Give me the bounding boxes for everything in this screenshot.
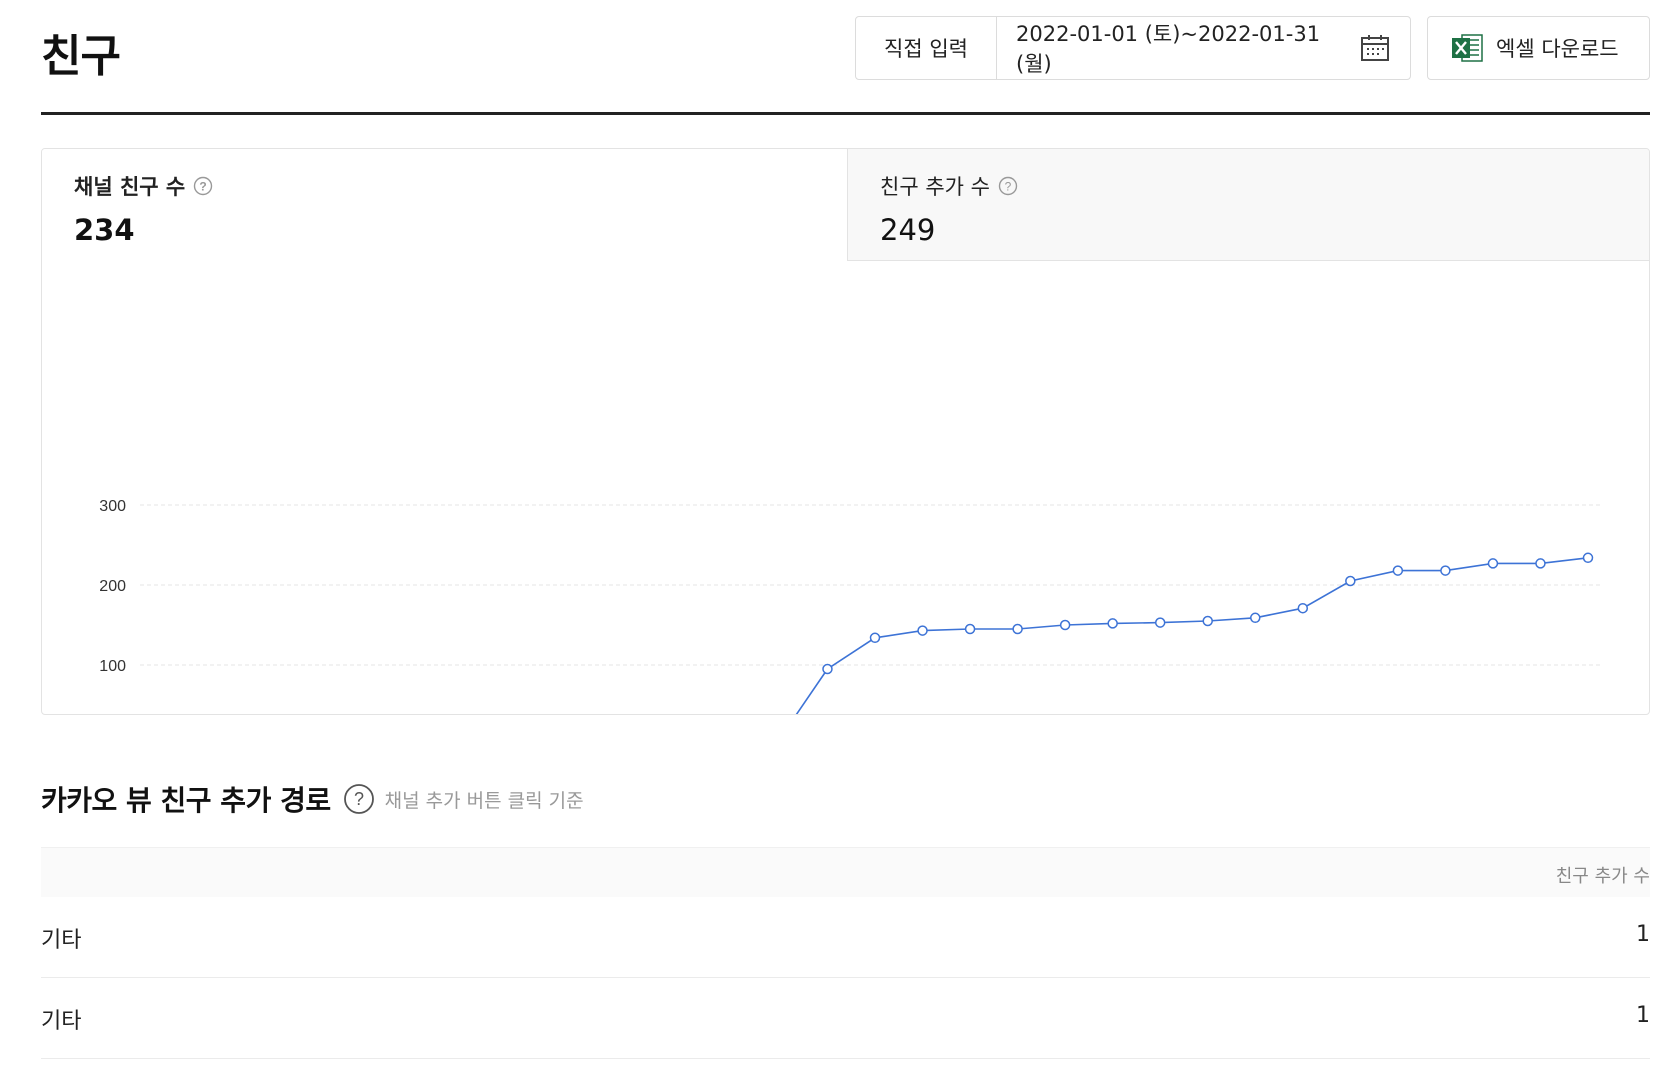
table-header: 친구 추가 수 [41,847,1650,897]
help-icon[interactable]: ? [998,176,1018,196]
table-header-friend-adds: 친구 추가 수 [1555,866,1650,887]
excel-download-label: 엑셀 다운로드 [1496,37,1619,61]
section-title: 카카오 뷰 친구 추가 경로 [41,784,331,817]
data-point [964,623,976,635]
tab-channel-friends[interactable]: 채널 친구 수 ? 234 [42,149,847,261]
friends-line-chart: 01002003001월1일1월3일1월5일1월7일1월9일1월11일1월13일… [99,498,1600,714]
friend-adds-value: 249 [880,213,936,247]
svg-text:?: ? [200,180,207,194]
data-point [1250,612,1261,624]
data-point [1392,565,1404,576]
friends-stats-card: 채널 친구 수 ? 234 친구 추가 수 ? 249 01002003001월… [41,148,1650,715]
data-point [1107,618,1118,629]
channel-friends-value: 234 [74,213,135,247]
data-point [1297,602,1309,614]
tab-friend-adds[interactable]: 친구 추가 수 ? 249 [847,149,1649,261]
tab-channel-friends-label: 채널 친구 수 [74,175,186,199]
data-point [822,663,833,675]
title-divider [41,112,1650,115]
table-row: 기타 1 [41,978,1650,1059]
data-point [1012,623,1023,635]
data-point [1440,565,1451,576]
row-label: 기타 [41,928,82,953]
help-icon[interactable]: ? [343,783,375,815]
excel-icon [1450,31,1484,65]
svg-text:?: ? [1005,180,1012,194]
tab-friend-adds-label: 친구 추가 수 [880,175,990,199]
calendar-icon [1360,34,1390,62]
data-point [1535,558,1546,569]
data-point [1202,615,1213,627]
page-title: 친구 [41,31,121,82]
section-header: 카카오 뷰 친구 추가 경로 ? 채널 추가 버튼 클릭 기준 [41,779,584,819]
date-range-picker: 직접 입력 2022-01-01 (토)~2022-01-31 (월) [855,16,1411,80]
data-point [917,625,928,636]
y-tick-label: 300 [99,498,126,515]
data-point [1582,552,1594,564]
table-row: 기타 1 [41,897,1650,978]
data-point [1154,617,1166,628]
help-icon[interactable]: ? [193,176,213,196]
data-point [869,632,881,644]
y-tick-label: 200 [99,578,126,595]
svg-text:?: ? [354,789,364,809]
data-point [1059,619,1071,631]
excel-download-button[interactable]: 엑셀 다운로드 [1427,16,1650,80]
row-label: 기타 [41,1009,82,1034]
data-point [1345,575,1356,587]
date-range-field[interactable]: 2022-01-01 (토)~2022-01-31 (월) [997,17,1410,79]
date-range-text: 2022-01-01 (토)~2022-01-31 (월) [1016,22,1321,76]
row-value: 1 [1636,922,1650,947]
section-note: 채널 추가 버튼 클릭 기준 [384,789,584,812]
date-mode-button[interactable]: 직접 입력 [856,17,997,79]
data-point [1487,558,1499,569]
row-value: 1 [1636,1003,1650,1028]
y-tick-label: 100 [99,658,126,675]
